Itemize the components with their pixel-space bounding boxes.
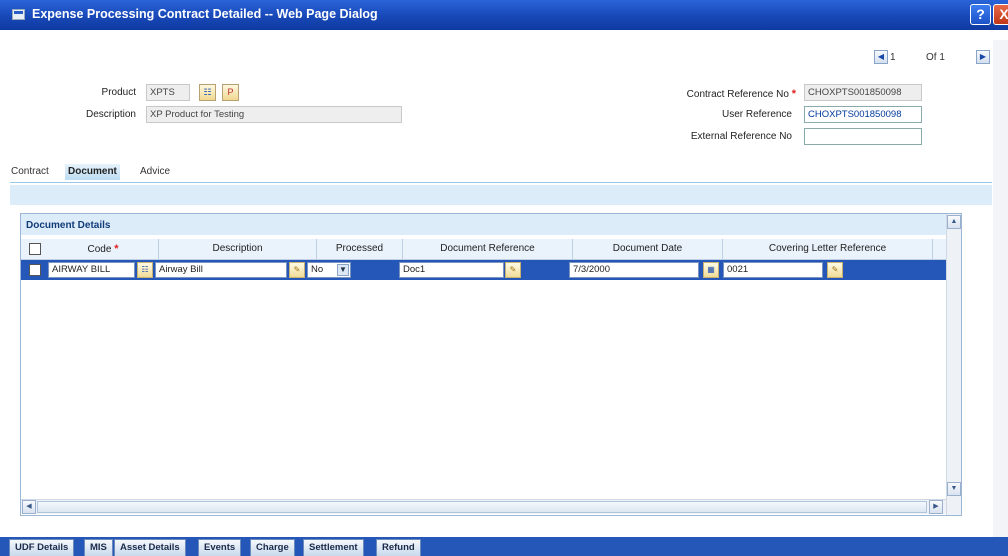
tab-divider bbox=[10, 182, 992, 183]
external-reference-field[interactable] bbox=[804, 128, 922, 145]
scroll-left-icon[interactable]: ◀ bbox=[22, 500, 36, 514]
description-field[interactable]: XP Product for Testing bbox=[146, 106, 402, 123]
select-all-checkbox[interactable] bbox=[29, 243, 41, 255]
description-label: Description bbox=[85, 109, 136, 120]
record-total-label: Of 1 bbox=[926, 52, 945, 63]
grid-header-row: Code * Description Processed Document Re… bbox=[21, 239, 961, 260]
document-reference-edit-icon[interactable]: ✎ bbox=[505, 262, 521, 278]
grid-vertical-scrollbar[interactable]: ▲ ▼ bbox=[946, 214, 961, 515]
udf-details-button[interactable]: UDF Details bbox=[9, 539, 75, 556]
column-header-description: Description bbox=[159, 239, 317, 260]
tab-toolbar-strip bbox=[10, 185, 992, 205]
events-button[interactable]: Events bbox=[198, 539, 242, 556]
asset-details-button[interactable]: Asset Details bbox=[114, 539, 186, 556]
window-vertical-scrollbar[interactable] bbox=[993, 40, 1008, 540]
user-reference-field[interactable]: CHOXPTS001850098 bbox=[804, 106, 922, 123]
close-button[interactable]: X bbox=[993, 4, 1008, 25]
product-field[interactable]: XPTS bbox=[146, 84, 190, 101]
grid-horizontal-scrollbar[interactable]: ◀ ▶ bbox=[21, 499, 946, 514]
chevron-down-icon: ▼ bbox=[337, 264, 349, 276]
column-header-document-date: Document Date bbox=[573, 239, 723, 260]
horizontal-scroll-thumb[interactable] bbox=[37, 501, 927, 513]
description-input[interactable]: Airway Bill bbox=[155, 262, 287, 278]
grid-title: Document Details bbox=[21, 214, 961, 237]
column-header-document-reference: Document Reference bbox=[403, 239, 573, 260]
scroll-right-icon[interactable]: ▶ bbox=[929, 500, 943, 514]
processed-select[interactable]: No ▼ bbox=[307, 262, 351, 278]
tab-document[interactable]: Document bbox=[65, 164, 120, 180]
covering-letter-reference-input[interactable]: 0021 bbox=[723, 262, 823, 278]
document-reference-input[interactable]: Doc1 bbox=[399, 262, 504, 278]
column-header-covering-letter-reference: Covering Letter Reference bbox=[723, 239, 933, 260]
previous-record-button[interactable]: ◀ bbox=[874, 50, 888, 64]
tab-advice[interactable]: Advice bbox=[140, 166, 170, 177]
code-input[interactable]: AIRWAY BILL bbox=[48, 262, 135, 278]
required-asterisk: * bbox=[791, 88, 796, 100]
column-header-code: Code * bbox=[48, 239, 159, 260]
table-row[interactable]: AIRWAY BILL ☷ Airway Bill ✎ No ▼ Doc1 ✎ 7… bbox=[21, 260, 961, 280]
covering-letter-edit-icon[interactable]: ✎ bbox=[827, 262, 843, 278]
charge-button[interactable]: Charge bbox=[250, 539, 295, 556]
contract-reference-field[interactable]: CHOXPTS001850098 bbox=[804, 84, 922, 101]
mis-button[interactable]: MIS bbox=[84, 539, 113, 556]
external-reference-label: External Reference No bbox=[690, 131, 792, 142]
current-record-number: 1 bbox=[890, 52, 896, 63]
document-date-input[interactable]: 7/3/2000 bbox=[569, 262, 699, 278]
window-title: Expense Processing Contract Detailed -- … bbox=[32, 7, 378, 21]
required-asterisk: * bbox=[114, 243, 119, 255]
contract-reference-label: Contract Reference No * bbox=[686, 88, 796, 100]
product-label: Product bbox=[101, 87, 136, 98]
description-edit-icon[interactable]: ✎ bbox=[289, 262, 305, 278]
document-details-grid: Document Details Code * Description Proc… bbox=[20, 213, 962, 516]
refund-button[interactable]: Refund bbox=[376, 539, 421, 556]
window-icon bbox=[12, 9, 25, 20]
help-button[interactable]: ? bbox=[970, 4, 991, 25]
tab-contract[interactable]: Contract bbox=[11, 166, 49, 177]
title-bar: Expense Processing Contract Detailed -- … bbox=[0, 0, 1008, 30]
scroll-up-icon[interactable]: ▲ bbox=[947, 215, 961, 229]
next-record-button[interactable]: ▶ bbox=[976, 50, 990, 64]
product-default-icon[interactable]: P bbox=[222, 84, 239, 101]
row-select-checkbox[interactable] bbox=[29, 264, 41, 276]
column-header-processed: Processed bbox=[317, 239, 403, 260]
product-lov-icon[interactable]: ☷ bbox=[199, 84, 216, 101]
user-reference-label: User Reference bbox=[721, 109, 792, 120]
calendar-icon[interactable]: ▦ bbox=[703, 262, 719, 278]
scroll-down-icon[interactable]: ▼ bbox=[947, 482, 961, 496]
settlement-button[interactable]: Settlement bbox=[303, 539, 364, 556]
code-lov-icon[interactable]: ☷ bbox=[137, 262, 153, 278]
